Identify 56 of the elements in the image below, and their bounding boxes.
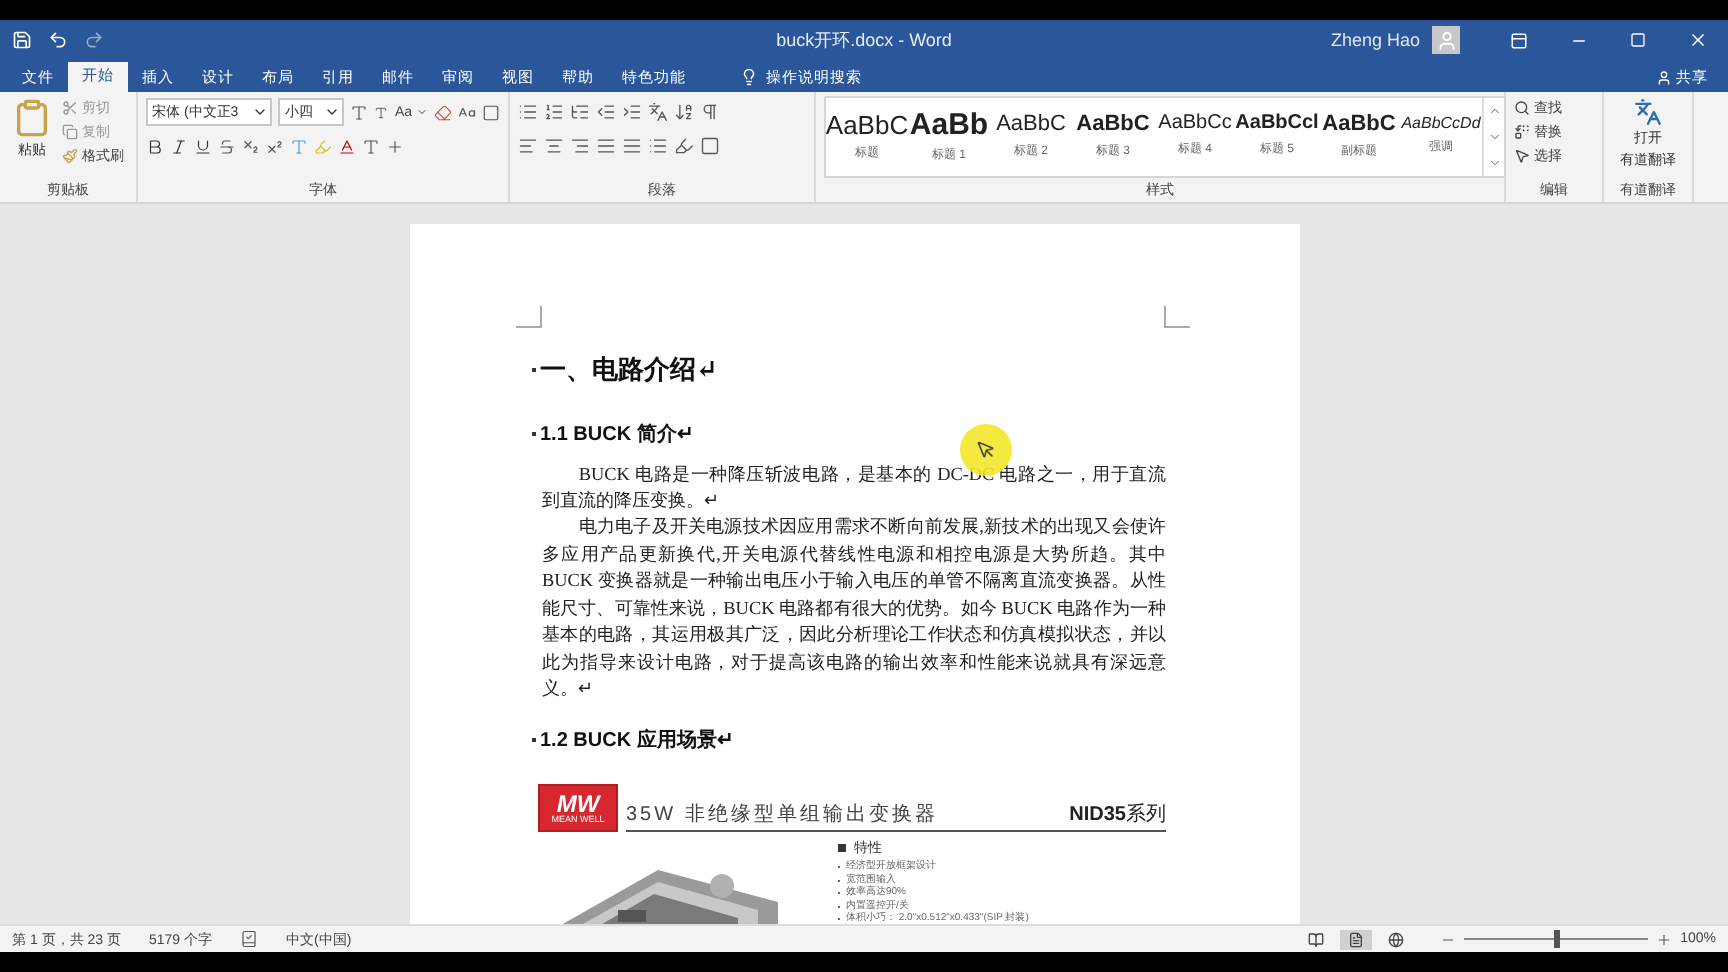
replace-icon — [1514, 123, 1530, 140]
superscript-icon[interactable] — [266, 137, 284, 156]
scroll-down-icon[interactable] — [1487, 129, 1501, 144]
scroll-up-icon[interactable] — [1487, 103, 1501, 118]
bullet-square — [838, 844, 846, 853]
datasheet-title: 35W 非绝缘型单组输出变换器 — [626, 801, 938, 829]
numbering-icon[interactable] — [544, 102, 564, 123]
italic-icon[interactable] — [170, 137, 188, 156]
series-name: NID35系列 — [1069, 801, 1166, 829]
window-title: buck开环.docx - Word — [776, 27, 952, 53]
format-mark — [532, 431, 536, 436]
font-color-icon[interactable] — [338, 137, 356, 156]
copy-icon — [62, 123, 78, 140]
subscript-icon[interactable] — [242, 137, 260, 156]
zoom-in-icon[interactable] — [1656, 931, 1673, 948]
dropdown-icon — [416, 106, 428, 119]
translate-icon — [1634, 97, 1662, 126]
sort-icon[interactable] — [674, 102, 694, 123]
clipboard-icon — [12, 97, 52, 138]
align-left-icon[interactable] — [518, 136, 538, 157]
redo-icon[interactable] — [84, 30, 104, 50]
undo-icon[interactable] — [48, 30, 68, 50]
paintbrush-icon — [62, 147, 78, 164]
lightbulb-icon — [740, 68, 758, 87]
align-center-icon[interactable] — [544, 136, 564, 157]
clear-format-icon[interactable] — [434, 103, 452, 122]
save-icon[interactable] — [12, 30, 32, 50]
heading: 一、电路介绍↵ — [540, 353, 718, 388]
view-button[interactable] — [1340, 929, 1373, 950]
search-icon — [1514, 99, 1530, 116]
pointer-icon — [976, 439, 996, 460]
multilevel-list-icon[interactable] — [570, 102, 590, 123]
bullets-icon[interactable] — [518, 102, 538, 123]
increase-indent-icon[interactable] — [622, 102, 642, 123]
person-icon — [1656, 69, 1672, 86]
format-mark — [532, 367, 536, 372]
proofing-icon[interactable] — [240, 930, 258, 949]
zoom-thumb[interactable] — [1554, 930, 1561, 949]
justify-icon[interactable] — [596, 136, 616, 157]
decrease-indent-icon[interactable] — [596, 102, 616, 123]
align-right-icon[interactable] — [570, 136, 590, 157]
paragraph: BUCK 电路是一种降压斩波电路，是基本的 DC-DC 电路之一，用于直流到直流的降压变换。↵ — [542, 461, 1166, 515]
more-styles-icon[interactable] — [1487, 155, 1501, 170]
paragraph: 电力电子及开关电源技术因应用需求不断向前发展,新技术的出现又会使许多应用产品更新换代,开关电源代替线性电源和相控电源是大势所趋。其中 BUCK 变换器就是一种输出电压小于输入电压的单管不隔离直流变换器。从性能尺寸、可靠性来说，BUCK 电路都有很大的优势。如今 BUCK 电路作为一种基本的电路，其运用极其广泛，因此分析理论工作状态和仿真模拟状态，并以此为指导来设计电路，对于提高该电路的输出效率和性能来说就具有深远意义。↵ — [542, 514, 1166, 702]
underline-icon[interactable] — [194, 137, 212, 156]
margin-mark — [516, 305, 542, 328]
format-mark — [532, 738, 536, 743]
pilcrow-icon[interactable] — [700, 102, 720, 123]
user-name: Zheng Hao — [1330, 30, 1420, 50]
subheading: 1.2 BUCK 应用场景↵ — [540, 726, 733, 755]
pointer-icon — [1514, 147, 1530, 164]
margin-mark — [1164, 305, 1190, 328]
bold-icon[interactable] — [146, 137, 164, 156]
strikethrough-icon[interactable] — [218, 137, 236, 156]
subheading: 1.1 BUCK 简介↵ — [540, 421, 693, 448]
scissors-icon — [62, 99, 78, 116]
